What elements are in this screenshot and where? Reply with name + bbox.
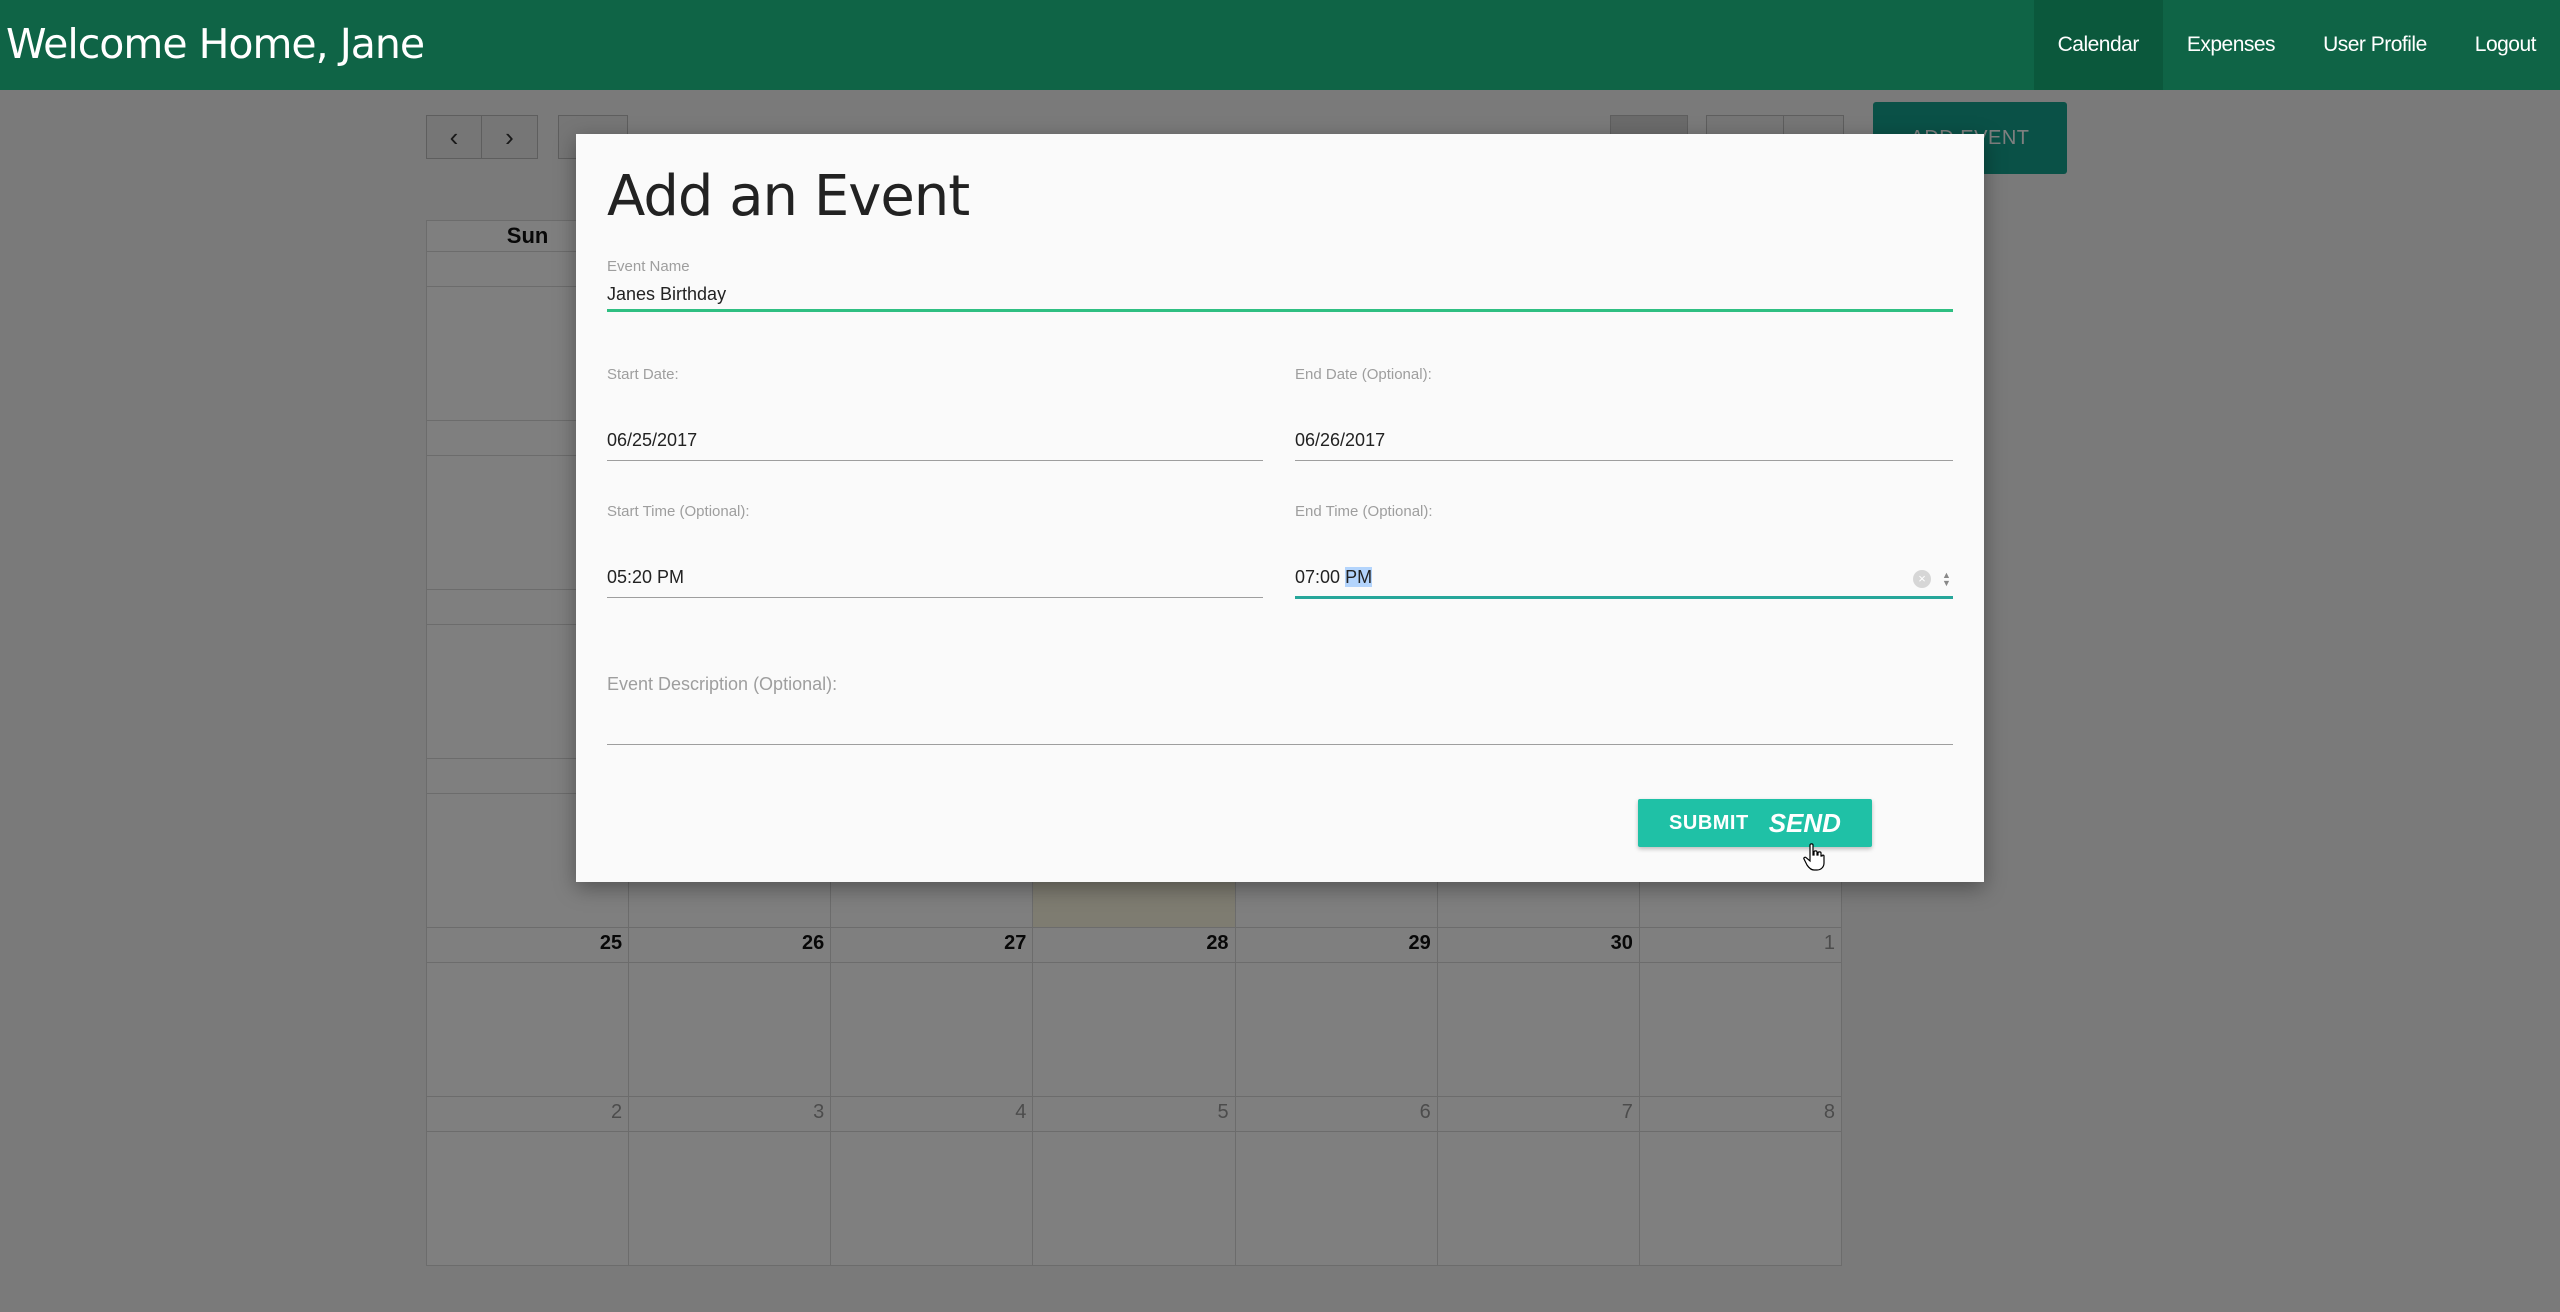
send-label: SEND [1768,807,1841,838]
start-time-field[interactable]: Start Time (Optional): 05:20 PM [607,503,1263,598]
top-navbar: Welcome Home, Jane Calendar Expenses Use… [0,0,2560,90]
end-time-underline [1295,596,1953,599]
nav-user-profile-link[interactable]: User Profile [2299,0,2451,90]
start-time-label: Start Time (Optional): [607,503,750,520]
end-date-underline [1295,460,1953,461]
submit-button[interactable]: SUBMIT SEND [1638,799,1872,847]
start-time-underline [607,597,1263,598]
start-date-label: Start Date: [607,366,679,383]
start-date-underline [607,460,1263,461]
modal-title: Add an Event [607,164,970,229]
event-name-input[interactable]: Janes Birthday [607,284,726,305]
submit-label: SUBMIT [1669,811,1749,834]
end-time-field[interactable]: End Time (Optional): 07:00 PM × ▲ ▼ [1295,503,1953,599]
event-name-label: Event Name [607,258,690,275]
spinner-arrows-icon[interactable]: ▲ ▼ [1942,571,1951,588]
event-name-field[interactable]: Event Name Janes Birthday [607,258,1953,312]
time-controls: × ▲ ▼ [1893,565,1953,593]
event-description-label: Event Description (Optional): [607,674,838,694]
event-description-underline [607,744,1953,745]
end-date-input[interactable]: 06/26/2017 [1295,430,1385,451]
nav-expenses-link[interactable]: Expenses [2163,0,2299,90]
end-date-label: End Date (Optional): [1295,366,1432,383]
end-time-input[interactable]: 07:00 PM [1295,567,1373,588]
welcome-title: Welcome Home, Jane [6,20,425,68]
end-time-hours-minutes: 07:00 [1295,567,1341,587]
start-time-input[interactable]: 05:20 PM [607,567,684,588]
event-name-underline [607,309,1953,312]
event-description-field[interactable]: Event Description (Optional): [607,674,1953,745]
clear-icon[interactable]: × [1913,570,1931,588]
start-date-input[interactable]: 06/25/2017 [607,430,697,451]
start-date-field[interactable]: Start Date: 06/25/2017 [607,366,1263,461]
nav-calendar-link[interactable]: Calendar [2033,0,2163,90]
end-time-label: End Time (Optional): [1295,503,1433,520]
nav-logout-link[interactable]: Logout [2451,0,2560,90]
end-date-field[interactable]: End Date (Optional): 06/26/2017 [1295,366,1953,461]
hand-cursor-icon [1803,843,1825,871]
add-event-modal: Add an Event Event Name Janes Birthday S… [576,134,1984,882]
end-time-ampm-selected[interactable]: PM [1345,567,1373,587]
nav-links: Calendar Expenses User Profile Logout [2033,0,2560,90]
